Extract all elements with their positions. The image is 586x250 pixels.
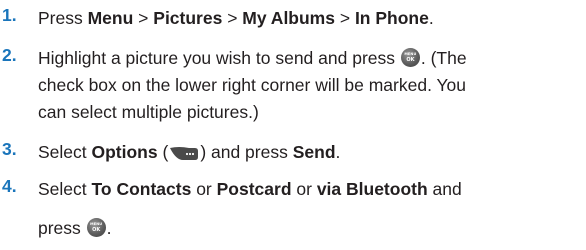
- options-softkey-icon: [169, 145, 199, 161]
- text-run: .: [428, 8, 434, 28]
- to-contacts-label: To Contacts: [91, 179, 192, 199]
- text-run: Select: [38, 142, 92, 162]
- text-run: check box on the lower right corner will…: [38, 75, 467, 95]
- menu-ok-key-icon: [86, 218, 106, 237]
- step-line: check box on the lower right corner will…: [38, 72, 582, 99]
- in-phone-label: In Phone: [354, 8, 429, 28]
- text-run: Highlight a picture you wish to send and…: [38, 48, 400, 68]
- text-run: can select multiple pictures.): [38, 102, 259, 122]
- step-text: Highlight a picture you wish to send and…: [38, 45, 582, 126]
- step-line: press .: [38, 215, 582, 242]
- text-run: Press: [38, 8, 88, 28]
- text-run: and: [427, 179, 462, 199]
- postcard-label: Postcard: [216, 179, 292, 199]
- via-bluetooth-label: via Bluetooth: [316, 179, 428, 199]
- options-label: Options: [91, 142, 158, 162]
- text-run: or: [291, 179, 317, 199]
- step-text: Select To Contacts or Postcard or via Bl…: [38, 176, 582, 242]
- step-number: 3.: [2, 139, 17, 159]
- instruction-steps: 1. Press Menu > Pictures > My Albums > I…: [0, 0, 586, 250]
- pictures-label: Pictures: [153, 8, 223, 28]
- step-number: 1.: [2, 5, 17, 25]
- step-number: 4.: [2, 176, 17, 196]
- step-line: Select Options ( ) and press Send.: [38, 139, 582, 166]
- menu-ok-key-icon: [400, 48, 420, 67]
- text-run: Select: [38, 179, 92, 199]
- step-text: Select Options ( ) and press Send.: [38, 139, 582, 166]
- text-run: or: [191, 179, 217, 199]
- step-number: 2.: [2, 45, 17, 65]
- text-run: >: [133, 8, 154, 28]
- step-line: Press Menu > Pictures > My Albums > In P…: [38, 5, 582, 32]
- step-line: Select To Contacts or Postcard or via Bl…: [38, 176, 582, 203]
- text-run: (: [157, 142, 169, 162]
- text-run: . (The: [420, 48, 467, 68]
- send-label: Send: [292, 142, 336, 162]
- text-run: >: [222, 8, 243, 28]
- step-line: can select multiple pictures.): [38, 99, 582, 126]
- text-run: .: [335, 142, 341, 162]
- menu-label: Menu: [87, 8, 134, 28]
- text-run: >: [334, 8, 355, 28]
- text-run: .: [106, 218, 112, 238]
- text-run: ) and press: [200, 142, 293, 162]
- text-run: press: [38, 218, 86, 238]
- step-line: Highlight a picture you wish to send and…: [38, 45, 582, 72]
- step-text: Press Menu > Pictures > My Albums > In P…: [38, 5, 582, 32]
- my-albums-label: My Albums: [242, 8, 335, 28]
